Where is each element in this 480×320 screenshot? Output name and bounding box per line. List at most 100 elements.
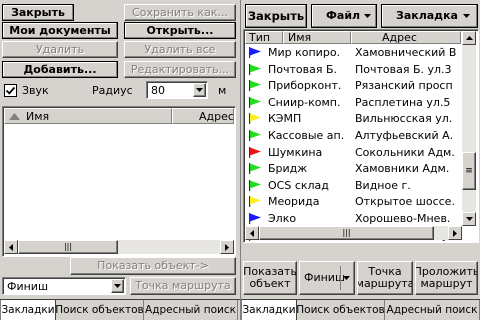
tab-address-search[interactable]: Адресный поиск	[385, 300, 480, 320]
arrow-up-icon	[465, 36, 473, 40]
save-as-button[interactable]: Сохранить как...	[124, 4, 236, 21]
continue-route-label-2: маршрут	[420, 277, 473, 290]
scroll-right-button[interactable]	[220, 240, 234, 254]
chevron-down-icon	[196, 88, 203, 92]
scroll-left-button[interactable]	[4, 240, 18, 254]
table-row[interactable]: Шумкина Сокольники Адм.	[245, 144, 462, 161]
col-header-address[interactable]: Адрес	[351, 31, 461, 44]
bookmark-menu-button[interactable]: Закладка	[381, 4, 478, 28]
add-button[interactable]: Добавить...	[2, 61, 118, 78]
tab-bookmarks[interactable]: Закладки	[241, 300, 297, 320]
row-address: Хорошево-Мнев.	[355, 212, 451, 225]
arrow-left-icon	[9, 243, 13, 251]
objects-table[interactable]: Тип Имя Адрес Мир копиро. Хамовнический В…	[243, 29, 479, 243]
grip-icon: |||	[342, 228, 351, 237]
tab-object-search[interactable]: Поиск объектов	[296, 300, 385, 320]
green-flag-icon	[248, 163, 262, 175]
scroll-down-button[interactable]	[462, 212, 476, 226]
list-header-address-label: Адрес	[199, 109, 234, 123]
file-menu-label: Файл	[326, 9, 361, 22]
red-flag-icon	[248, 146, 262, 158]
table-row[interactable]: Приборконт. Рязанский просп	[245, 77, 462, 94]
table-row[interactable]: Бридж Хамовники Адм.	[245, 160, 462, 177]
list-hscrollbar[interactable]: |||	[4, 240, 234, 254]
arrow-right-icon	[225, 243, 229, 251]
scroll-left-button[interactable]	[245, 226, 259, 240]
checkmark-icon	[5, 86, 16, 95]
list-header-name[interactable]: Имя	[4, 108, 172, 124]
route-point-button[interactable]: Точка маршрута	[130, 277, 236, 295]
radius-dropdown-button[interactable]	[193, 83, 206, 97]
green-flag-icon	[248, 63, 262, 75]
close-button[interactable]: Закрыть	[245, 4, 307, 28]
delete-button[interactable]: Удалить	[2, 41, 118, 58]
table-row[interactable]: Мир копиро. Хамовнический В	[245, 44, 462, 61]
row-address: Хамовники Адм.	[355, 162, 450, 176]
chevron-down-icon	[364, 14, 371, 18]
list-header-address[interactable]: Адрес	[172, 108, 234, 124]
blue-flag-icon	[248, 47, 262, 58]
table-hscrollbar[interactable]: |||	[245, 226, 462, 240]
row-name: Мир копиро.	[268, 46, 341, 59]
bookmark-menu-label: Закладка	[396, 9, 458, 22]
edit-button[interactable]: Редактировать...	[124, 61, 236, 78]
finish-select-value: Финиш	[7, 280, 49, 293]
file-menu-button[interactable]: Файл	[311, 4, 377, 28]
row-name: Бридж	[268, 162, 308, 176]
finish-dropdown-button[interactable]	[111, 279, 124, 293]
finish-dropdown-button[interactable]: Финиш	[299, 261, 355, 295]
radius-select[interactable]: 80	[146, 81, 208, 99]
show-object-button[interactable]: Показать объект->	[70, 257, 236, 275]
right-panel: Закрыть Файл Закладка Тип Имя Адрес Мир …	[241, 0, 480, 320]
row-address: Сокольники Адм.	[355, 145, 455, 159]
radius-label: Радиус	[92, 84, 133, 97]
my-documents-button[interactable]: Мои документы	[2, 22, 118, 39]
table-row[interactable]: OCS склад Видное г.	[245, 177, 462, 194]
row-address: Открытое шоссе.	[355, 195, 455, 209]
chevron-down-icon	[114, 284, 121, 288]
bookmark-list[interactable]: Имя Адрес |||	[2, 106, 236, 257]
table-row[interactable]: Снииp-комп. Расплетина ул.5	[245, 94, 462, 111]
table-row[interactable]: Меорида Открытое шоссе.	[245, 193, 462, 210]
col-header-name[interactable]: Имя	[283, 31, 351, 44]
col-header-type[interactable]: Тип	[245, 31, 283, 44]
table-row[interactable]: КЭМП Вильнюсская ул.	[245, 110, 462, 127]
table-vscrollbar[interactable]: ≡	[462, 31, 476, 226]
chevron-down-icon	[463, 14, 470, 18]
hscroll-thumb[interactable]: |||	[259, 226, 434, 240]
scroll-up-button[interactable]	[462, 31, 476, 45]
row-name: OCS склад	[268, 178, 329, 192]
table-row[interactable]: Кассовые ап. Алтуфьевский А.	[245, 127, 462, 144]
sound-label: Звук	[22, 84, 49, 97]
green-flag-icon	[248, 80, 262, 92]
table-row[interactable]: Почтовая Б. Почтовая Б. ул.3	[245, 61, 462, 78]
row-name: Приборконт.	[268, 79, 342, 93]
tab-object-search[interactable]: Поиск объектов	[55, 300, 144, 320]
row-name: Снииp-комп.	[268, 95, 341, 109]
tab-address-search[interactable]: Адресный поиск	[144, 300, 238, 320]
finish-separator	[340, 266, 341, 290]
open-button[interactable]: Открыть...	[124, 22, 236, 39]
green-flag-icon	[248, 179, 262, 191]
row-address: Алтуфьевский А.	[355, 129, 454, 142]
chevron-down-icon	[343, 276, 350, 280]
scroll-right-button[interactable]	[448, 226, 462, 240]
row-name: Шумкина	[268, 145, 323, 159]
vscroll-thumb[interactable]: ≡	[462, 152, 476, 190]
yellow-flag-icon	[248, 113, 262, 125]
show-object-button[interactable]: Показать объект	[243, 261, 297, 295]
row-address: Хамовнический В	[355, 46, 457, 59]
blue-flag-icon	[248, 213, 262, 224]
row-name: Меорида	[268, 195, 320, 209]
scroll-thumb[interactable]: |||	[18, 240, 118, 254]
row-address: Расплетина ул.5	[355, 95, 451, 109]
table-row[interactable]: Элко Хорошево-Мнев.	[245, 210, 462, 227]
route-point-label-2: маршрута	[357, 277, 413, 290]
delete-all-button[interactable]: Удалить все	[124, 41, 236, 58]
close-button[interactable]: Закрыть	[2, 4, 74, 21]
tab-bookmarks[interactable]: Закладки	[0, 300, 56, 320]
route-point-button[interactable]: Точка маршрута	[357, 261, 413, 295]
finish-select[interactable]: Финиш	[2, 277, 126, 295]
continue-route-button[interactable]: Проложить маршрут	[415, 261, 478, 295]
sound-checkbox[interactable]	[4, 84, 17, 97]
